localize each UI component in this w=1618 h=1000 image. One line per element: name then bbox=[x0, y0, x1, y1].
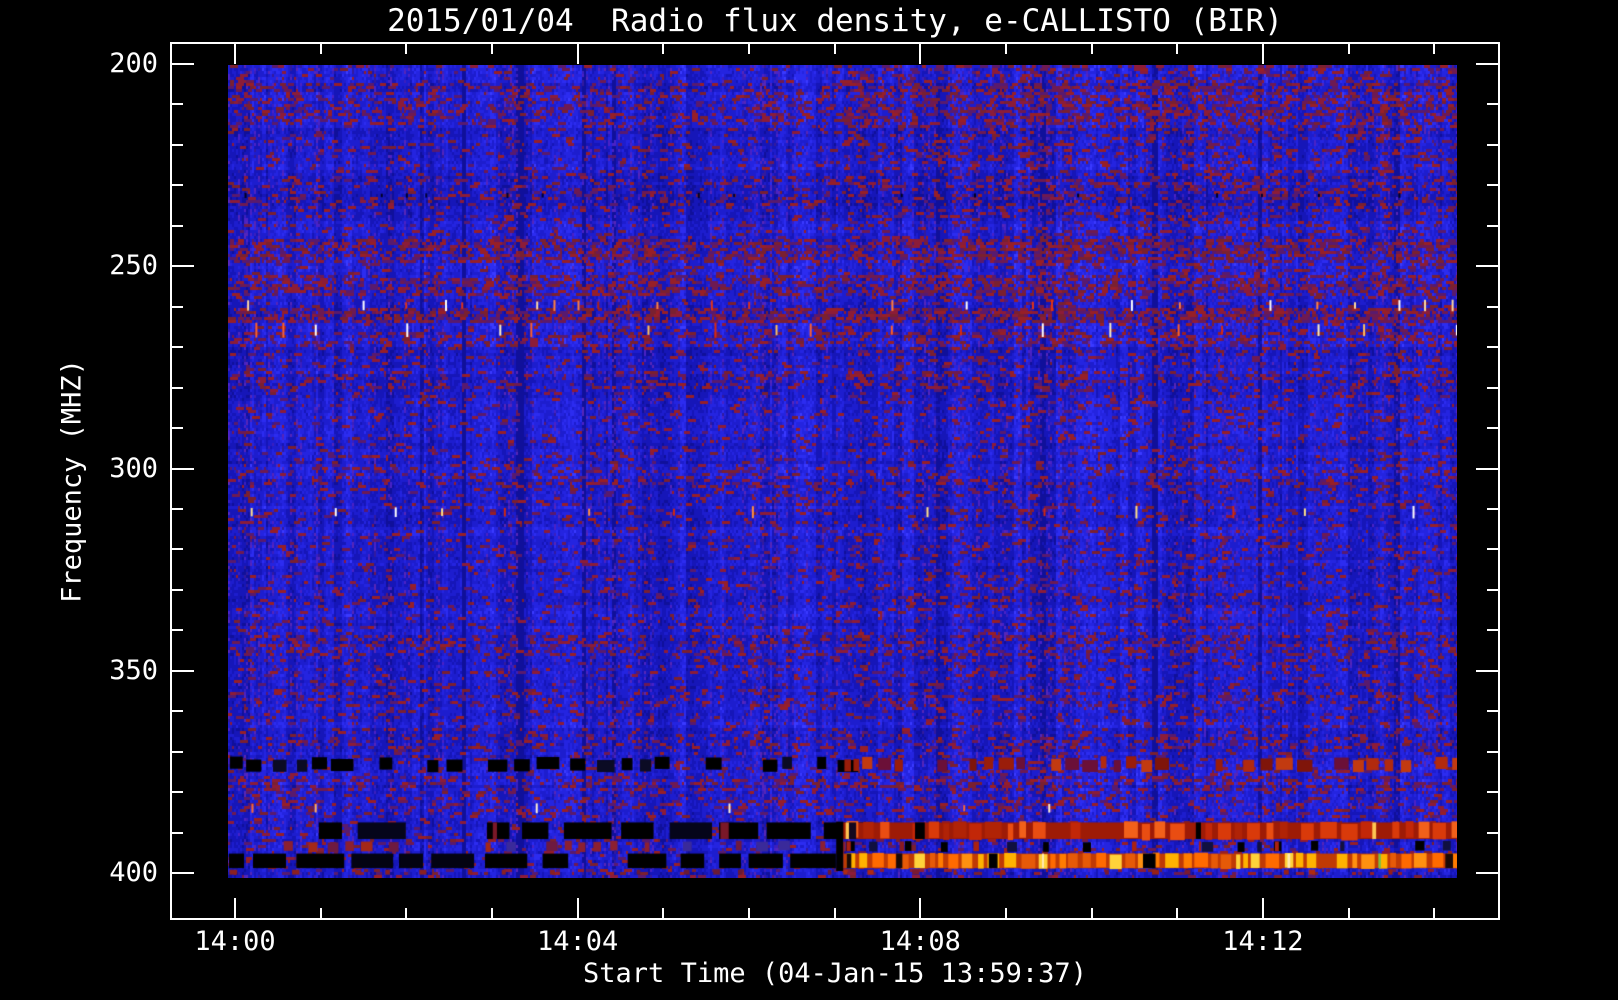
axis-tick bbox=[1476, 872, 1498, 874]
axis-tick bbox=[172, 750, 183, 753]
axis-tick bbox=[172, 467, 194, 470]
axis-tick bbox=[1487, 143, 1498, 146]
axis-tick bbox=[172, 305, 183, 308]
axis-tick bbox=[1487, 184, 1498, 187]
axis-tick bbox=[1487, 629, 1498, 632]
axis-tick bbox=[1487, 346, 1498, 349]
axis-tick bbox=[1433, 908, 1436, 918]
axis-tick bbox=[1433, 44, 1436, 54]
x-tick-label: 14:04 bbox=[536, 926, 619, 957]
axis-tick bbox=[1476, 467, 1498, 470]
y-tick-label: 250 bbox=[109, 250, 158, 282]
axis-tick bbox=[1487, 548, 1498, 551]
axis-tick bbox=[1487, 386, 1498, 389]
x-axis-title: Start Time (04-Jan-15 13:59:37) bbox=[583, 958, 1087, 989]
axis-tick bbox=[1487, 103, 1498, 106]
y-tick-label: 350 bbox=[109, 654, 158, 686]
axis-tick bbox=[833, 44, 836, 54]
axis-tick bbox=[1347, 908, 1350, 918]
axis-tick bbox=[1487, 588, 1498, 591]
axis-tick bbox=[172, 427, 183, 430]
axis-tick bbox=[172, 629, 183, 632]
axis-tick bbox=[1261, 898, 1264, 918]
axis-tick bbox=[1487, 305, 1498, 308]
axis-tick bbox=[172, 831, 183, 834]
axis-tick bbox=[172, 710, 183, 713]
y-tick-label: 400 bbox=[109, 857, 158, 888]
spectrogram-canvas bbox=[228, 65, 1457, 878]
axis-tick bbox=[1176, 908, 1179, 918]
axis-tick bbox=[172, 507, 183, 510]
axis-tick bbox=[747, 908, 750, 918]
axis-tick bbox=[1487, 507, 1498, 510]
axis-tick bbox=[1487, 791, 1498, 794]
axis-tick bbox=[172, 346, 183, 349]
axis-tick bbox=[1476, 63, 1498, 65]
axis-tick bbox=[1487, 710, 1498, 713]
axis-tick bbox=[1476, 669, 1498, 672]
plot-title: 2015/01/04 Radio flux density, e-CALLIST… bbox=[387, 3, 1283, 39]
axis-tick bbox=[234, 898, 236, 918]
axis-tick bbox=[1487, 750, 1498, 753]
axis-tick bbox=[1487, 427, 1498, 430]
axis-tick bbox=[319, 44, 322, 54]
axis-tick bbox=[919, 898, 922, 918]
axis-tick bbox=[662, 908, 665, 918]
axis-tick bbox=[1004, 908, 1007, 918]
axis-tick bbox=[1176, 44, 1179, 54]
axis-tick bbox=[405, 44, 408, 54]
axis-tick bbox=[576, 898, 579, 918]
axis-tick bbox=[490, 44, 493, 54]
axis-tick bbox=[234, 44, 236, 64]
x-tick-label: 14:00 bbox=[194, 926, 276, 957]
axis-tick bbox=[172, 872, 194, 874]
axis-tick bbox=[490, 908, 493, 918]
axis-tick bbox=[919, 44, 922, 64]
axis-tick bbox=[172, 143, 183, 146]
x-tick-label: 14:08 bbox=[879, 926, 961, 957]
axis-tick bbox=[172, 184, 183, 187]
axis-tick bbox=[576, 44, 579, 64]
axis-tick bbox=[405, 908, 408, 918]
y-axis-title: Frequency (MHZ) bbox=[56, 359, 88, 603]
x-tick-label: 14:12 bbox=[1222, 926, 1304, 957]
axis-tick bbox=[1090, 908, 1093, 918]
axis-tick bbox=[172, 386, 183, 389]
axis-tick bbox=[1347, 44, 1350, 54]
axis-tick bbox=[747, 44, 750, 54]
axis-tick bbox=[172, 103, 183, 106]
axis-tick bbox=[172, 224, 183, 227]
axis-tick bbox=[662, 44, 665, 54]
axis-tick bbox=[1004, 44, 1007, 54]
y-tick-label: 200 bbox=[109, 48, 158, 79]
axis-tick bbox=[1487, 831, 1498, 834]
axis-tick bbox=[1476, 265, 1498, 268]
axis-tick bbox=[172, 791, 183, 794]
axis-tick bbox=[172, 548, 183, 551]
page-root: { "title": "2015/01/04 Radio flux densit… bbox=[0, 0, 1618, 1000]
axis-tick bbox=[1090, 44, 1093, 54]
axis-tick bbox=[172, 265, 194, 268]
axis-tick bbox=[1487, 224, 1498, 227]
axis-tick bbox=[172, 669, 194, 672]
axis-tick bbox=[319, 908, 322, 918]
axis-tick bbox=[172, 588, 183, 591]
axis-tick bbox=[833, 908, 836, 918]
axis-tick bbox=[1261, 44, 1264, 64]
axis-tick bbox=[172, 63, 194, 65]
